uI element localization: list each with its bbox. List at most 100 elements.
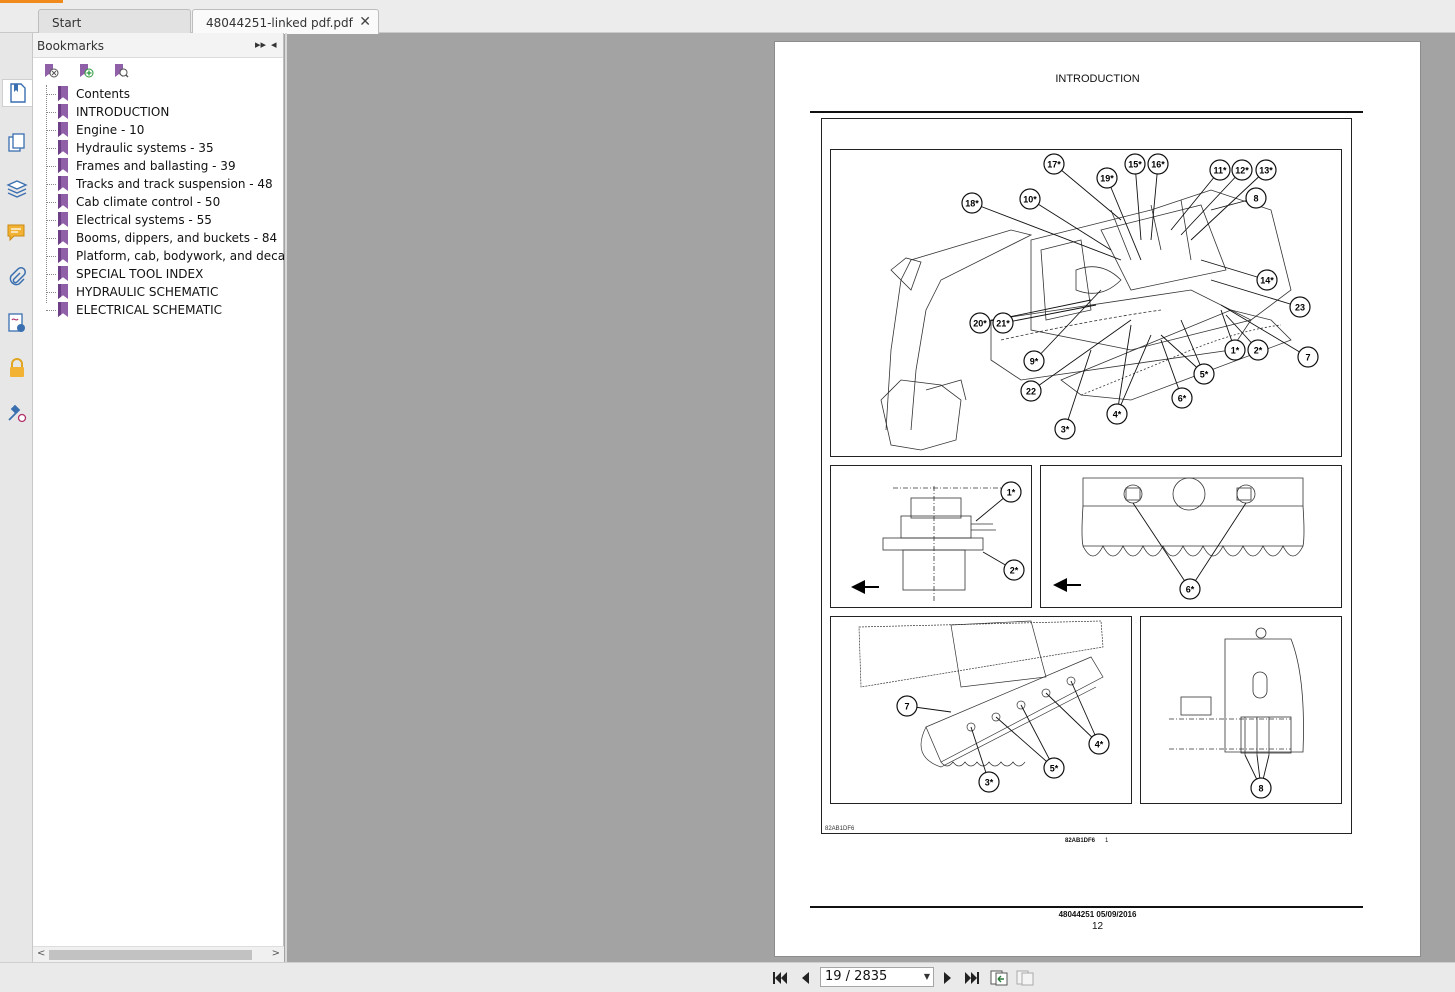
bookmark-item[interactable]: Booms, dippers, and buckets - 84 <box>33 229 284 247</box>
bookmark-item[interactable]: Hydraulic systems - 35 <box>33 139 284 157</box>
svg-text:15*: 15* <box>1128 160 1142 170</box>
attachments-icon[interactable] <box>4 264 30 292</box>
delete-bookmark-icon[interactable] <box>43 63 59 79</box>
bookmark-item[interactable]: Frames and ballasting - 39 <box>33 157 284 175</box>
callout-4-star: 4* <box>1106 324 1152 425</box>
figure-panel-main: 17* 15* 16* 19* 11* 12* 13* 18* 10* 8 14* 23 20* 21* 1… <box>830 149 1342 457</box>
bookmark-label: Engine - 10 <box>76 123 145 137</box>
horizontal-scrollbar[interactable]: < > <box>33 946 284 962</box>
svg-text:6*: 6* <box>1186 585 1195 595</box>
undercarriage-drawing: 7 4* 5* 3* <box>858 620 1110 793</box>
collapse-panel-icon[interactable]: ◂ <box>271 38 277 51</box>
excavator-drawing: 17* 15* 16* 19* 11* 12* 13* 18* 10* 8 14* 23 20* 21* 1… <box>880 153 1319 451</box>
bookmark-icon <box>58 194 68 209</box>
bookmark-icon <box>58 284 68 299</box>
signatures-icon[interactable] <box>4 309 30 337</box>
pages-thumbnails-icon[interactable] <box>4 129 30 157</box>
bookmark-item[interactable]: Electrical systems - 55 <box>33 211 284 229</box>
bookmark-icon <box>58 176 68 191</box>
figure-panel-4: 7 4* 5* 3* <box>830 616 1132 804</box>
bookmark-item[interactable]: Tracks and track suspension - 48 <box>33 175 284 193</box>
left-toolbar <box>0 33 33 962</box>
tab-document-label: 48044251-linked pdf.pdf <box>206 16 353 30</box>
svg-text:21*: 21* <box>996 319 1010 329</box>
scroll-right-icon[interactable]: > <box>272 948 280 959</box>
scroll-left-icon[interactable]: < <box>37 948 45 959</box>
find-bookmark-icon[interactable] <box>113 63 129 79</box>
svg-text:2*: 2* <box>1254 346 1263 356</box>
bookmark-icon <box>58 248 68 263</box>
svg-text:23: 23 <box>1295 303 1305 313</box>
panel-splitter[interactable] <box>285 33 287 962</box>
close-icon[interactable]: ✕ <box>359 14 371 30</box>
callout-14-star: 14* <box>1200 259 1278 291</box>
bookmark-label: Electrical systems - 55 <box>76 213 212 227</box>
svg-text:6*: 6* <box>1178 394 1187 404</box>
last-page-icon[interactable] <box>963 969 981 987</box>
layers-icon[interactable] <box>4 174 30 202</box>
page-navigation-bar: 19 / 2835 ▼ <box>0 962 1455 992</box>
page-number-field[interactable]: 19 / 2835 ▼ <box>820 967 934 987</box>
callout-5-star: 5* <box>1160 319 1215 385</box>
callout-10-star: 10* <box>1019 188 1112 251</box>
bookmarks-header: Bookmarks ▸▸ ◂ <box>33 33 283 58</box>
bookmark-item[interactable]: SPECIAL TOOL INDEX <box>33 265 284 283</box>
next-page-icon[interactable] <box>939 969 957 987</box>
bookmark-label: Platform, cab, bodywork, and decals - <box>76 249 284 263</box>
next-view-icon[interactable] <box>1016 969 1034 987</box>
callout-20-star: 20* <box>969 299 1092 334</box>
bookmarks-panel-icon[interactable] <box>2 79 32 107</box>
bookmark-item[interactable]: ELECTRICAL SCHEMATIC <box>33 301 284 319</box>
svg-text:5*: 5* <box>1200 370 1209 380</box>
figure-frame: 17* 15* 16* 19* 11* 12* 13* 18* 10* 8 14* 23 20* 21* 1… <box>821 118 1352 834</box>
bookmark-item[interactable]: Platform, cab, bodywork, and decals - <box>33 247 284 265</box>
bookmark-item[interactable]: Contents <box>33 85 284 103</box>
bookmark-icon <box>58 158 68 173</box>
footer-rule <box>810 906 1363 908</box>
callout-11-star: 11* <box>1170 159 1231 231</box>
bookmark-item[interactable]: Cab climate control - 50 <box>33 193 284 211</box>
previous-page-icon[interactable] <box>796 969 814 987</box>
tab-start-label: Start <box>52 16 82 30</box>
bookmarks-toolbar <box>33 58 283 83</box>
header-rule <box>810 111 1363 113</box>
callout-3-star: 3* <box>1054 349 1092 440</box>
svg-text:2*: 2* <box>1010 566 1019 576</box>
svg-text:16*: 16* <box>1151 160 1165 170</box>
lock-icon[interactable] <box>4 354 30 382</box>
bookmarks-title: Bookmarks <box>37 39 105 53</box>
svg-text:14*: 14* <box>1260 276 1274 286</box>
page-dropdown-icon[interactable]: ▼ <box>924 972 930 981</box>
bookmark-icon <box>58 266 68 281</box>
certify-icon[interactable] <box>4 399 30 427</box>
previous-view-icon[interactable] <box>990 969 1008 987</box>
bookmark-label: Booms, dippers, and buckets - 84 <box>76 231 278 245</box>
svg-text:7: 7 <box>1305 353 1310 363</box>
svg-text:4*: 4* <box>1095 740 1104 750</box>
bookmark-icon <box>58 302 68 317</box>
svg-text:8: 8 <box>1253 194 1258 204</box>
add-bookmark-icon[interactable] <box>78 63 94 79</box>
figure-panel-2: 1* 2* <box>830 465 1032 608</box>
expand-panel-icon[interactable]: ▸▸ <box>255 38 266 51</box>
first-page-icon[interactable] <box>771 969 789 987</box>
svg-text:3*: 3* <box>985 778 994 788</box>
callout-5-star: 5* <box>995 704 1065 779</box>
comments-icon[interactable] <box>4 219 30 247</box>
bookmark-label: HYDRAULIC SCHEMATIC <box>76 285 219 299</box>
footer-page-number: 12 <box>1091 921 1104 932</box>
bookmark-item[interactable]: HYDRAULIC SCHEMATIC <box>33 283 284 301</box>
bookmark-item[interactable]: INTRODUCTION <box>33 103 284 121</box>
tab-start[interactable]: Start <box>38 9 191 33</box>
bookmark-label: SPECIAL TOOL INDEX <box>76 267 204 281</box>
svg-text:7: 7 <box>904 702 909 712</box>
app-accent-strip <box>0 0 63 3</box>
figure-panel-3: 6* <box>1040 465 1342 608</box>
tab-document[interactable]: 48044251-linked pdf.pdf ✕ <box>192 9 379 34</box>
footer-doc-ref: 48044251 05/09/2016 <box>1058 910 1137 919</box>
bookmark-item[interactable]: Engine - 10 <box>33 121 284 139</box>
svg-text:22: 22 <box>1026 387 1036 397</box>
bookmark-label: ELECTRICAL SCHEMATIC <box>76 303 223 317</box>
scroll-thumb[interactable] <box>49 950 252 960</box>
svg-text:1*: 1* <box>1007 488 1016 498</box>
